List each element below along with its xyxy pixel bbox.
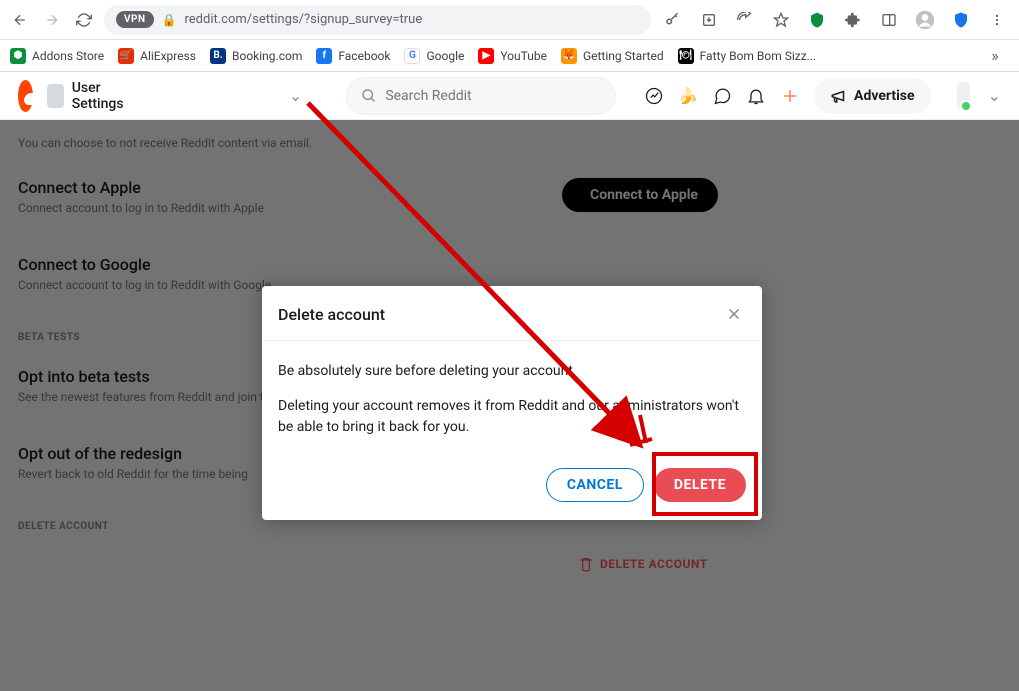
page-selector[interactable]: User Settings ⌄ <box>47 80 302 112</box>
bookmark-addons[interactable]: ⬢Addons Store <box>10 48 104 64</box>
bookmarks-overflow-icon[interactable]: » <box>981 42 1009 70</box>
extensions-icon[interactable] <box>839 6 867 34</box>
bookmark-fatty[interactable]: 🍽Fatty Bom Bom Sizz... <box>678 48 817 64</box>
lock-icon: 🔒 <box>162 13 177 27</box>
reddit-logo-icon[interactable] <box>18 80 33 112</box>
search-icon <box>361 87 377 105</box>
search-box[interactable] <box>346 77 616 115</box>
search-input[interactable] <box>385 88 601 104</box>
back-button[interactable] <box>8 8 32 32</box>
modal-title: Delete account <box>278 305 385 324</box>
create-post-icon[interactable] <box>780 78 800 114</box>
megaphone-icon <box>830 87 848 105</box>
adblock-icon[interactable] <box>803 6 831 34</box>
notifications-icon[interactable] <box>746 78 766 114</box>
banana-icon[interactable]: 🍌 <box>678 78 698 114</box>
close-button[interactable] <box>722 302 746 326</box>
bookmark-google[interactable]: GGoogle <box>404 48 464 64</box>
user-menu[interactable] <box>957 82 970 110</box>
delete-button[interactable]: DELETE <box>654 468 746 502</box>
bookmark-youtube[interactable]: ▶YouTube <box>478 48 547 64</box>
page-title: User Settings <box>72 80 131 112</box>
advertise-button[interactable]: Advertise <box>814 78 931 114</box>
cancel-button[interactable]: CANCEL <box>546 468 644 502</box>
close-icon <box>725 305 743 323</box>
share-icon[interactable] <box>731 6 759 34</box>
chat-icon[interactable] <box>712 78 732 114</box>
modal-warning-2: Deleting your account removes it from Re… <box>278 396 746 438</box>
vpn-badge: VPN <box>116 11 154 28</box>
modal-warning-1: Be absolutely sure before deleting your … <box>278 361 746 382</box>
chevron-down-icon[interactable]: ⌄ <box>988 86 1001 105</box>
profile-icon[interactable] <box>911 6 939 34</box>
avatar-icon <box>47 84 64 108</box>
reload-button[interactable] <box>72 8 96 32</box>
address-bar[interactable]: VPN 🔒 reddit.com/settings/?signup_survey… <box>104 5 651 35</box>
popular-icon[interactable] <box>644 78 664 114</box>
sidepanel-icon[interactable] <box>875 6 903 34</box>
bookmark-getting-started[interactable]: 🦊Getting Started <box>561 48 664 64</box>
install-icon[interactable] <box>695 6 723 34</box>
browser-toolbar: VPN 🔒 reddit.com/settings/?signup_survey… <box>0 0 1019 40</box>
star-icon[interactable] <box>767 6 795 34</box>
url-text: reddit.com/settings/?signup_survey=true <box>185 12 423 27</box>
delete-account-modal: Delete account Be absolutely sure before… <box>262 286 762 520</box>
key-icon[interactable] <box>659 6 687 34</box>
bookmark-aliexpress[interactable]: 🛒AliExpress <box>118 48 196 64</box>
reddit-header: User Settings ⌄ 🍌 Advertise ⌄ <box>0 72 1019 120</box>
forward-button[interactable] <box>40 8 64 32</box>
menu-icon[interactable] <box>983 6 1011 34</box>
chevron-down-icon: ⌄ <box>289 86 302 105</box>
shield-icon[interactable] <box>947 6 975 34</box>
bookmark-booking[interactable]: B.Booking.com <box>210 48 302 64</box>
bookmark-facebook[interactable]: fFacebook <box>316 48 390 64</box>
bookmarks-bar: ⬢Addons Store 🛒AliExpress B.Booking.com … <box>0 40 1019 72</box>
